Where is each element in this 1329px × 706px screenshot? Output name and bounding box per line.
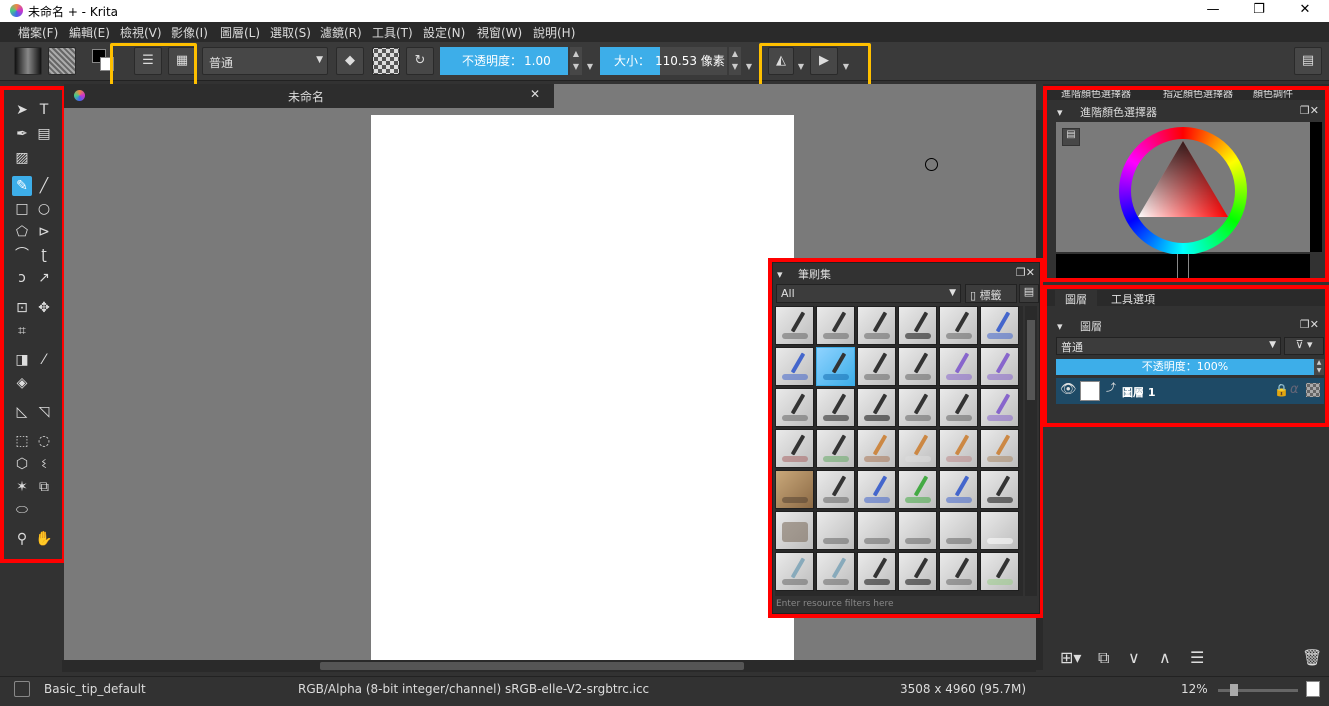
image-dimensions: 3508 x 4960 (95.7M) — [900, 682, 1027, 696]
menu-tools[interactable]: 工具(T) — [372, 22, 413, 41]
duplicate-layer-icon[interactable]: ⧉ — [1098, 648, 1109, 668]
blend-mode-value: 普通 — [209, 56, 234, 70]
pattern-selector-button[interactable] — [48, 47, 76, 75]
menu-view[interactable]: 檢視(V) — [120, 22, 162, 41]
pin-icon[interactable]: ✕ — [530, 87, 540, 101]
canvas-page[interactable] — [371, 115, 794, 660]
menu-help[interactable]: 說明(H) — [533, 22, 575, 41]
menu-layer[interactable]: 圖層(L) — [220, 22, 260, 41]
color-space-info[interactable]: RGB/Alpha (8-bit integer/channel) sRGB-e… — [298, 682, 649, 696]
krita-doc-icon — [74, 90, 85, 101]
krita-logo-icon — [10, 4, 23, 17]
restore-button[interactable]: ❐ — [1236, 0, 1282, 22]
gradient-selector-button[interactable] — [14, 47, 42, 75]
size-slider[interactable]: 大小： 110.53 像素 — [600, 47, 727, 75]
status-bar: Basic_tip_default RGB/Alpha (8-bit integ… — [0, 676, 1329, 706]
title-bar: 未命名 + - Krita — ❐ ✕ — [0, 0, 1329, 22]
horizontal-scrollbar[interactable] — [62, 660, 1036, 672]
minimize-button[interactable]: — — [1190, 0, 1236, 22]
brush-cursor-outline — [925, 158, 938, 171]
highlight-layers-docker — [1043, 285, 1329, 427]
opacity-label: 不透明度： — [462, 54, 523, 68]
menu-file[interactable]: 檔案(F) — [18, 22, 58, 41]
menu-filter[interactable]: 濾鏡(R) — [320, 22, 362, 41]
menu-window[interactable]: 視窗(W) — [477, 22, 522, 41]
reload-preset-icon[interactable]: ↻ — [406, 47, 434, 75]
layer-properties-icon[interactable]: ☰ — [1190, 648, 1204, 667]
brush-toolbar: ☰ ▦ 普通 ▼ ◆ ↻ 不透明度： 1.00 ▲ ▼ ▼ 大小： 110.53 … — [0, 42, 1329, 81]
highlight-color-docker — [1043, 86, 1329, 282]
layer-list-empty-area — [1056, 404, 1324, 644]
highlight-toolbox — [0, 86, 66, 563]
highlight-mirror-tools — [759, 43, 871, 87]
opacity-value: 1.00 — [524, 54, 551, 68]
add-layer-icon[interactable]: ⊞▾ — [1060, 648, 1081, 667]
canvas-preview-icon[interactable] — [1306, 681, 1320, 697]
document-tab-title: 未命名 — [288, 90, 325, 104]
brush-tip-icon[interactable] — [14, 681, 30, 697]
chevron-down-icon: ▼ — [316, 55, 323, 65]
eraser-mode-icon[interactable]: ◆ — [336, 47, 364, 75]
highlight-brush-docker — [768, 258, 1044, 618]
menu-image[interactable]: 影像(I) — [171, 22, 208, 41]
opacity-spinner[interactable]: ▲ ▼ — [570, 47, 582, 75]
highlight-brush-settings — [110, 43, 197, 87]
zoom-slider-handle[interactable] — [1230, 684, 1238, 696]
preserve-alpha-icon[interactable] — [372, 47, 400, 75]
close-button[interactable]: ✕ — [1282, 0, 1328, 22]
move-up-icon[interactable]: ∧ — [1159, 648, 1171, 667]
workspace-chooser-icon[interactable]: ▤ — [1294, 47, 1322, 75]
size-value: 110.53 像素 — [655, 54, 725, 68]
menu-bar: 檔案(F) 編輯(E) 檢視(V) 影像(I) 圖層(L) 選取(S) 濾鏡(R… — [0, 22, 1329, 42]
h-scroll-thumb[interactable] — [320, 662, 744, 670]
zoom-slider[interactable] — [1218, 684, 1298, 696]
current-brush-name: Basic_tip_default — [44, 682, 146, 696]
document-tab[interactable]: 未命名 ✕ — [64, 84, 554, 108]
zoom-level[interactable]: 12% — [1181, 682, 1208, 696]
delete-layer-icon[interactable]: 🗑 — [1302, 648, 1322, 667]
menu-settings[interactable]: 設定(N) — [423, 22, 465, 41]
size-label: 大小： — [614, 54, 651, 68]
menu-edit[interactable]: 編輯(E) — [69, 22, 110, 41]
move-down-icon[interactable]: ∨ — [1128, 648, 1140, 667]
menu-select[interactable]: 選取(S) — [270, 22, 311, 41]
window-title: 未命名 + - Krita — [28, 5, 119, 19]
opacity-slider[interactable]: 不透明度： 1.00 — [440, 47, 568, 75]
layer-actions-bar: ⊞▾ ⧉ ∨ ∧ ☰ 🗑 — [1056, 644, 1326, 674]
blend-mode-select[interactable]: 普通 ▼ — [202, 47, 328, 75]
size-options-icon[interactable]: ▼ — [743, 47, 755, 75]
size-spinner[interactable]: ▲ ▼ — [729, 47, 741, 75]
opacity-options-icon[interactable]: ▼ — [584, 47, 596, 75]
